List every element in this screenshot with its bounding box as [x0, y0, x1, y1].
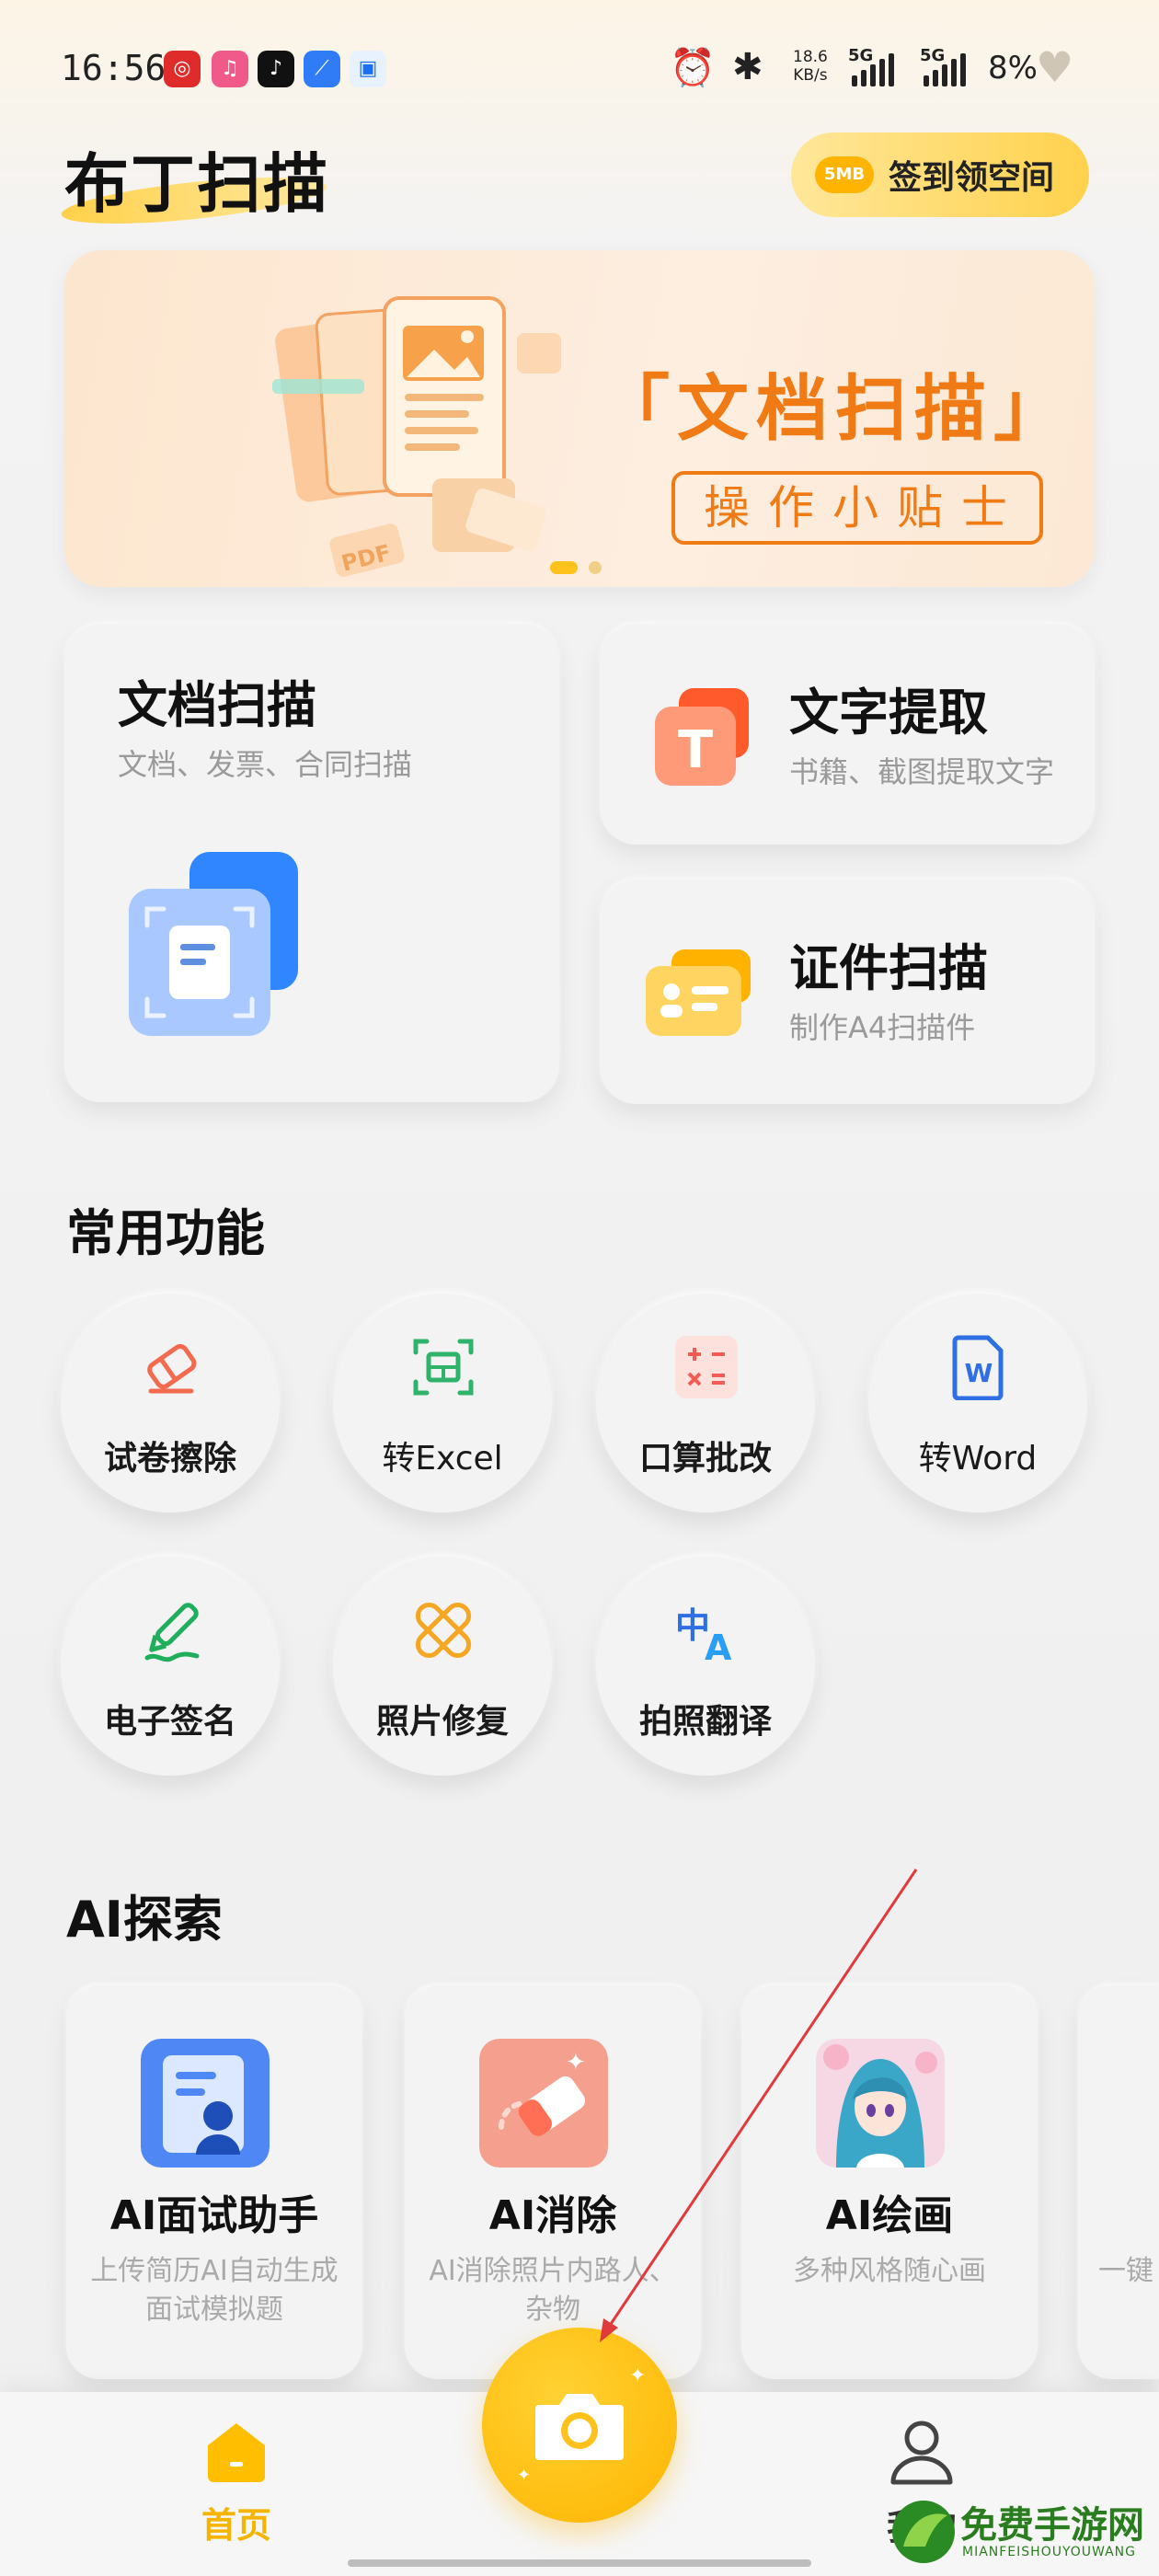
- home-indicator: [348, 2559, 811, 2567]
- alarm-icon: ⏰: [670, 47, 716, 89]
- watermark-text: 免费手游网: [960, 2504, 1144, 2547]
- tool-to-word[interactable]: W 转Word: [868, 1294, 1087, 1512]
- text-extract-icon-letter: T: [678, 720, 713, 780]
- ai-card-interview[interactable]: AI面试助手 上传简历AI自动生成面试模拟题: [66, 1985, 362, 2379]
- sparkle-icon: ✦: [629, 2364, 647, 2387]
- battery-level: 8%: [988, 50, 1038, 86]
- speed-value: 18.6: [793, 48, 828, 66]
- app-logo: 布丁扫描: [64, 146, 329, 222]
- ai-card-subtitle: 一键: [1098, 2255, 1153, 2287]
- doc-scan-subtitle: 文档、发票、合同扫描: [118, 747, 413, 782]
- doc-scan-title: 文档扫描: [118, 676, 316, 734]
- signal-icon-2: [924, 52, 966, 86]
- id-scan-subtitle: 制作A4扫描件: [789, 1010, 976, 1045]
- text-extract-icon: T: [655, 688, 749, 786]
- excel-icon: [413, 1339, 474, 1396]
- calculator-icon: [675, 1336, 738, 1398]
- home-icon: [208, 2423, 265, 2482]
- tool-label: 电子签名: [103, 1703, 236, 1741]
- tool-photo-translate[interactable]: 中 A 拍照翻译: [596, 1557, 815, 1776]
- tool-label: 转Excel: [382, 1440, 503, 1478]
- bandage-icon: [415, 1602, 472, 1659]
- heart-icon: ♥: [1036, 42, 1074, 92]
- tool-label: 转Word: [918, 1440, 1038, 1478]
- bluetooth-icon: ✱: [732, 46, 763, 88]
- user-icon: [890, 2421, 953, 2485]
- common-tools-title: 常用功能: [66, 1204, 265, 1262]
- app-header: 布丁扫描 5MB 签到领空间: [0, 129, 1159, 239]
- ai-card-title: AI绘画: [825, 2192, 954, 2239]
- carousel-indicator: [550, 561, 602, 574]
- pen-icon: [144, 1603, 200, 1662]
- checkin-button[interactable]: 5MB 签到领空间: [791, 132, 1089, 217]
- banner-subtitle: 操作小贴士: [671, 471, 1043, 545]
- text-extract-title: 文字提取: [789, 684, 988, 742]
- ai-card-partial[interactable]: 一键: [1078, 1985, 1159, 2379]
- tool-exam-erase[interactable]: 试卷擦除: [61, 1294, 280, 1512]
- text-extract-card[interactable]: T 文字提取 书籍、截图提取文字: [600, 624, 1095, 845]
- signal-icon-1: [852, 52, 894, 86]
- doc-scan-card[interactable]: 文档扫描 文档、发票、合同扫描: [64, 624, 559, 1102]
- ai-card-title: AI消除: [488, 2192, 617, 2239]
- ai-card-subtitle: AI消除照片内路人、杂物: [429, 2255, 677, 2326]
- ai-card-title: AI面试助手: [109, 2192, 319, 2239]
- anime-portrait-image: [816, 2039, 945, 2168]
- camera-button[interactable]: ✦ ✦: [482, 2328, 677, 2523]
- word-icon-letter: W: [965, 1358, 993, 1388]
- cloud-icon: 5MB: [815, 156, 874, 193]
- tool-label: 拍照翻译: [638, 1703, 772, 1741]
- music-app-icon: ♫: [212, 51, 248, 87]
- doc-scan-icon: [129, 852, 298, 1036]
- carousel-dot-active: [550, 561, 578, 574]
- carousel-dot: [589, 561, 602, 574]
- tool-math-check[interactable]: 口算批改: [596, 1294, 815, 1512]
- nav-home-label: 首页: [201, 2505, 271, 2546]
- ai-card-erase[interactable]: ✦ AI消除 AI消除照片内路人、杂物: [405, 1985, 701, 2379]
- watermark-sub: MIANFEISHOUYOUWANG: [962, 2545, 1136, 2559]
- netease-music-icon: ◎: [164, 51, 201, 87]
- ai-eraser-icon: ✦: [479, 2039, 608, 2168]
- speed-unit: KB/s: [793, 66, 828, 85]
- text-extract-subtitle: 书籍、截图提取文字: [789, 754, 1055, 789]
- network-speed: 18.6 KB/s: [793, 48, 828, 85]
- tiktok-icon: ♪: [258, 51, 294, 87]
- ai-card-painting[interactable]: AI绘画 多种风格随心画: [741, 1985, 1038, 2379]
- tool-to-excel[interactable]: 转Excel: [333, 1294, 552, 1512]
- tool-label: 照片修复: [375, 1703, 509, 1741]
- browser-app-icon: ⟋: [304, 51, 340, 87]
- camera-icon: [535, 2394, 624, 2460]
- ai-card-subtitle: 上传简历AI自动生成面试模拟题: [90, 2255, 339, 2326]
- tool-photo-restore[interactable]: 照片修复: [333, 1557, 552, 1776]
- translate-icon: 中 A: [675, 1605, 732, 1663]
- id-scan-title: 证件扫描: [789, 939, 988, 997]
- ai-explore-title: AI探索: [66, 1891, 223, 1949]
- translate-glyph-a: A: [705, 1627, 732, 1663]
- status-time: 16:56: [61, 48, 166, 88]
- svg-text:✦: ✦: [566, 2049, 586, 2076]
- file-app-icon: ▣: [350, 51, 386, 87]
- watermark: 免费手游网 MIANFEISHOUYOUWANG: [889, 2490, 1159, 2576]
- tool-label: 口算批改: [638, 1440, 772, 1478]
- id-scan-card[interactable]: 证件扫描 制作A4扫描件: [600, 880, 1095, 1104]
- ai-card-subtitle: 多种风格随心画: [793, 2255, 986, 2287]
- status-bar: 16:56 ◎ ♫ ♪ ⟋ ▣ ⏰ ✱ 18.6 KB/s 5G 5G 8% ♥: [0, 0, 1159, 138]
- tips-banner[interactable]: PDF 「文档扫描」 操作小贴士: [64, 250, 1095, 587]
- id-card-icon: [646, 949, 751, 1036]
- tool-e-signature[interactable]: 电子签名: [61, 1557, 280, 1776]
- watermark-logo-icon: [892, 2501, 955, 2563]
- tool-label: 试卷擦除: [103, 1440, 236, 1478]
- sparkle-icon: ✦: [517, 2466, 532, 2485]
- eraser-icon: [147, 1344, 197, 1394]
- resume-icon: [141, 2039, 270, 2168]
- banner-title: 「文档扫描」: [598, 368, 1073, 451]
- nav-home[interactable]: 首页: [184, 2420, 289, 2547]
- checkin-label: 签到领空间: [889, 159, 1055, 197]
- word-icon: W: [952, 1335, 1004, 1400]
